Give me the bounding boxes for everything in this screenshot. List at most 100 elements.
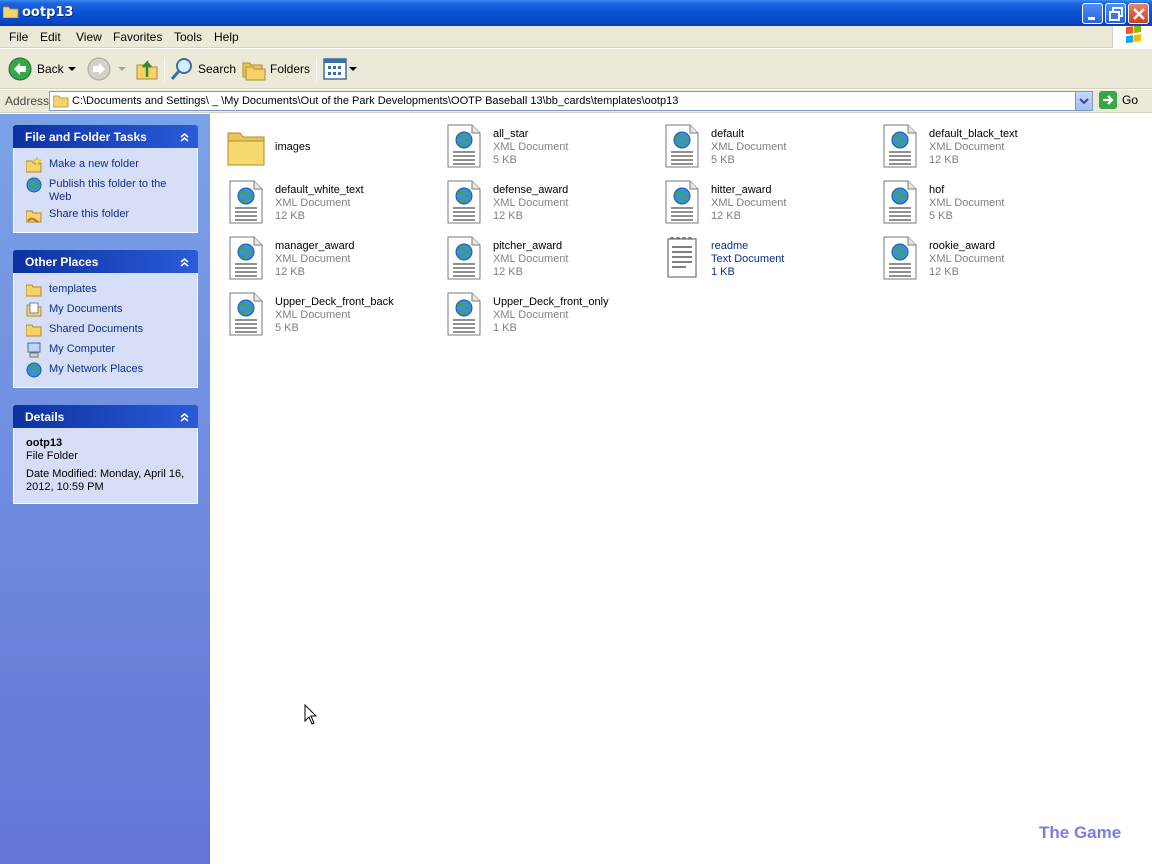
chevron-down-icon[interactable]	[349, 67, 357, 73]
file-item-default[interactable]: default XML Document 5 KB	[654, 120, 864, 170]
folders-button[interactable]: Folders	[242, 55, 310, 83]
xml-document-icon	[882, 179, 918, 225]
file-size: 5 KB	[275, 322, 299, 334]
file-item-manager-award[interactable]: manager_award XML Document 12 KB	[218, 232, 428, 282]
share-folder-icon	[26, 210, 42, 223]
xml-document-icon	[446, 123, 482, 169]
menu-view[interactable]: View	[76, 30, 102, 44]
file-name: Upper_Deck_front_back	[275, 296, 394, 308]
toolbar-separator	[316, 57, 317, 81]
file-item-upper-deck-front-back[interactable]: Upper_Deck_front_back XML Document 5 KB	[218, 288, 428, 338]
folder-icon	[53, 95, 69, 108]
file-item-defense-award[interactable]: defense_award XML Document 12 KB	[436, 176, 646, 226]
details-name: ootp13	[26, 437, 63, 449]
close-button[interactable]	[1128, 3, 1149, 24]
link-label: Make a new folder	[49, 158, 139, 170]
file-size: 5 KB	[711, 154, 735, 166]
file-type: XML Document	[493, 197, 569, 209]
new-folder-icon	[26, 157, 42, 173]
address-dropdown-button[interactable]	[1075, 92, 1092, 110]
menu-help[interactable]: Help	[214, 30, 239, 44]
minimize-icon	[1088, 17, 1095, 20]
file-size: 1 KB	[493, 322, 517, 334]
collapse-chevron-icon[interactable]	[177, 129, 192, 144]
other-place-templates[interactable]: templates	[24, 281, 197, 301]
file-name: default	[711, 128, 745, 140]
xml-document-icon	[446, 179, 482, 225]
restore-button[interactable]	[1105, 3, 1126, 24]
network-places-icon	[26, 362, 42, 378]
file-item-images[interactable]: images	[218, 120, 428, 170]
other-place-network-places[interactable]: My Network Places	[24, 361, 197, 381]
chevron-down-icon[interactable]	[118, 67, 126, 73]
panel-title: File and Folder Tasks	[25, 130, 147, 144]
menu-favorites[interactable]: Favorites	[113, 30, 162, 44]
other-place-my-documents[interactable]: My Documents	[24, 301, 197, 321]
search-button[interactable]: Search	[170, 55, 236, 83]
other-places-header[interactable]: Other Places	[13, 250, 198, 273]
file-item-default-black-text[interactable]: default_black_text XML Document 12 KB	[872, 120, 1082, 170]
file-name: pitcher_award	[493, 240, 563, 252]
menu-bar: File Edit View Favorites Tools Help	[0, 26, 1152, 48]
file-item-default-white-text[interactable]: default_white_text XML Document 12 KB	[218, 176, 428, 226]
menu-tools[interactable]: Tools	[174, 30, 202, 44]
restore-icon	[1109, 7, 1123, 21]
file-item-hof[interactable]: hof XML Document 5 KB	[872, 176, 1082, 226]
file-type: XML Document	[711, 141, 787, 153]
collapse-chevron-icon[interactable]	[177, 254, 192, 269]
xml-document-icon	[882, 123, 918, 169]
file-type: XML Document	[493, 253, 569, 265]
toolbar-separator	[164, 57, 165, 81]
other-place-my-computer[interactable]: My Computer	[24, 341, 197, 361]
file-name: default_white_text	[275, 184, 364, 196]
my-documents-icon	[26, 302, 42, 317]
up-folder-icon	[136, 59, 158, 80]
link-label: My Documents	[49, 303, 123, 315]
go-label: Go	[1122, 93, 1139, 107]
file-name: all_star	[493, 128, 529, 140]
other-places-body: templates My Documents Shared Documents …	[13, 273, 198, 388]
file-item-hitter-award[interactable]: hitter_award XML Document 12 KB	[654, 176, 864, 226]
folder-icon	[227, 132, 265, 166]
file-size: 5 KB	[929, 210, 953, 222]
details-body: ootp13 File Folder Date Modified: Monday…	[13, 428, 198, 504]
make-new-folder-link[interactable]: Make a new folder	[24, 156, 197, 176]
xml-document-icon	[228, 179, 264, 225]
link-label: Shared Documents	[49, 323, 144, 335]
file-list[interactable]: images all_star XML Document 5 KB defaul…	[210, 114, 1152, 864]
xml-document-icon	[228, 235, 264, 281]
publish-folder-link[interactable]: Publish this folder to the Web	[24, 176, 197, 206]
details-header[interactable]: Details	[13, 405, 198, 428]
details-modified: Date Modified: Monday, April 16, 2012, 1…	[26, 468, 185, 493]
chevron-down-icon[interactable]	[68, 67, 76, 73]
file-item-rookie-award[interactable]: rookie_award XML Document 12 KB	[872, 232, 1082, 282]
file-folder-tasks-header[interactable]: File and Folder Tasks	[13, 125, 198, 148]
file-item-all-star[interactable]: all_star XML Document 5 KB	[436, 120, 646, 170]
up-folder-button[interactable]	[135, 55, 161, 83]
file-item-readme[interactable]: readme Text Document 1 KB	[654, 232, 864, 282]
file-size: 12 KB	[493, 266, 523, 278]
xml-document-icon	[446, 235, 482, 281]
link-label: templates	[49, 283, 97, 295]
file-type: XML Document	[711, 197, 787, 209]
details-type: File Folder	[26, 450, 78, 462]
folder-icon	[26, 284, 42, 297]
file-type: Text Document	[711, 253, 785, 265]
file-item-pitcher-award[interactable]: pitcher_award XML Document 12 KB	[436, 232, 646, 282]
xml-document-icon	[664, 179, 700, 225]
minimize-button[interactable]	[1082, 3, 1103, 24]
views-button[interactable]	[323, 55, 357, 83]
file-item-upper-deck-front-only[interactable]: Upper_Deck_front_only XML Document 1 KB	[436, 288, 646, 338]
title-bar[interactable]: ootp13	[0, 0, 1152, 26]
folder-icon	[3, 6, 19, 18]
menu-file[interactable]: File	[9, 30, 28, 44]
other-place-shared-documents[interactable]: Shared Documents	[24, 321, 197, 341]
forward-button[interactable]	[87, 55, 127, 83]
collapse-chevron-icon[interactable]	[177, 409, 192, 424]
address-field[interactable]: C:\Documents and Settings\ _ \My Documen…	[49, 91, 1093, 111]
go-arrow-icon	[1099, 91, 1117, 109]
menu-edit[interactable]: Edit	[40, 30, 61, 44]
back-button[interactable]: Back	[8, 55, 78, 83]
share-folder-link[interactable]: Share this folder	[24, 206, 197, 226]
file-name: images	[275, 141, 311, 153]
